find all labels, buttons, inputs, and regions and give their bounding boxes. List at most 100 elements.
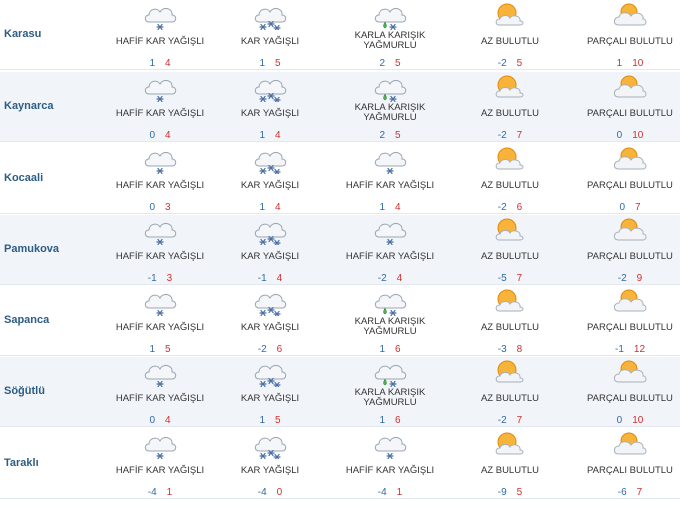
condition-label: HAFİF KAR YAĞIŞLI xyxy=(115,465,205,476)
min-temperature: 0 xyxy=(619,202,625,213)
temperature-range: 15 xyxy=(210,415,330,426)
temperature-range: -4 1 xyxy=(330,487,450,498)
forecast-cell: PARÇALI BULUTLU 1 10 xyxy=(570,0,680,70)
snow-icon xyxy=(250,144,290,174)
condition-label: KAR YAĞIŞLI xyxy=(240,180,300,191)
light-snow-icon xyxy=(140,286,180,316)
forecast-cell: KAR YAĞIŞLI 1 5 xyxy=(210,0,330,70)
partly-cloudy-icon xyxy=(610,215,650,245)
forecast-cell: KAR YAĞIŞLI 1 4 xyxy=(210,144,330,214)
forecast-cell: HAFİF KAR YAĞIŞLI -4 1 xyxy=(330,429,450,499)
forecast-cell: PARÇALI BULUTLU -2 9 xyxy=(570,215,680,285)
min-temperature: -2 xyxy=(497,130,507,141)
snow-icon xyxy=(250,357,290,387)
city-name[interactable]: Karasu xyxy=(4,28,41,40)
temperature-range: -2 7 xyxy=(450,415,570,426)
temperature-range: 14 xyxy=(210,202,330,213)
forecast-cell: PARÇALI BULUTLU 0 10 xyxy=(570,357,680,427)
max-temperature: 1 xyxy=(396,487,403,498)
temperature-range: 25 xyxy=(330,130,450,141)
city-row: Sapanca HAFİF KAR YAĞIŞLI 1 5 KAR YAĞIŞLI -2 6… xyxy=(0,286,680,356)
condition-label: HAFİF KAR YAĞIŞLI xyxy=(115,251,205,262)
forecast-cell: AZ BULUTLU -2 5 xyxy=(450,0,570,70)
condition-label: KAR YAĞIŞLI xyxy=(240,322,300,333)
city-row: Taraklı HAFİF KAR YAĞIŞLI -4 1 KAR YAĞIŞLI -4… xyxy=(0,429,680,499)
temperature-range: 15 xyxy=(210,58,330,69)
light-snow-icon xyxy=(140,357,180,387)
partly-cloudy-icon xyxy=(610,0,650,30)
max-temperature: 4 xyxy=(165,130,171,141)
min-temperature: 0 xyxy=(149,202,155,213)
min-temperature: -4 xyxy=(257,487,267,498)
condition-label: PARÇALI BULUTLU xyxy=(587,108,673,119)
forecast-cell: KAR YAĞIŞLI 1 5 xyxy=(210,357,330,427)
min-temperature: 0 xyxy=(149,415,155,426)
min-temperature: 1 xyxy=(259,415,265,426)
mostly-sunny-icon xyxy=(490,0,530,30)
temperature-range: 25 xyxy=(330,58,450,69)
condition-label: PARÇALI BULUTLU xyxy=(587,251,673,262)
condition-label: HAFİF KAR YAĞIŞLI xyxy=(115,108,205,119)
forecast-cell: KARLA KARIŞIK YAĞMURLU 1 6 xyxy=(330,286,450,356)
light-snow-icon xyxy=(140,144,180,174)
city-name[interactable]: Pamukova xyxy=(4,243,59,255)
min-temperature: -1 xyxy=(257,273,267,284)
max-temperature: 6 xyxy=(395,415,401,426)
min-temperature: -2 xyxy=(257,344,267,355)
temperature-range: -6 7 xyxy=(570,487,680,498)
max-temperature: 4 xyxy=(276,273,283,284)
max-temperature: 10 xyxy=(632,58,644,69)
forecast-cell: HAFİF KAR YAĞIŞLI 0 4 xyxy=(100,72,220,142)
forecast-table: Karasu HAFİF KAR YAĞIŞLI 1 4 KAR YAĞIŞLI 1 5 KA… xyxy=(0,0,680,511)
mostly-sunny-icon xyxy=(490,144,530,174)
forecast-cell: KAR YAĞIŞLI -2 6 xyxy=(210,286,330,356)
condition-label: KARLA KARIŞIK YAĞMURLU xyxy=(354,316,426,337)
temperature-range: -4 0 xyxy=(210,487,330,498)
temperature-range: 04 xyxy=(100,130,220,141)
sleet-icon xyxy=(370,72,410,102)
light-snow-icon xyxy=(140,0,180,30)
condition-label: KARLA KARIŞIK YAĞMURLU xyxy=(354,102,426,123)
max-temperature: 8 xyxy=(516,344,523,355)
temperature-range: -5 7 xyxy=(450,273,570,284)
max-temperature: 5 xyxy=(275,58,281,69)
condition-label: KARLA KARIŞIK YAĞMURLU xyxy=(354,30,426,51)
condition-label: PARÇALI BULUTLU xyxy=(587,322,673,333)
mostly-sunny-icon xyxy=(490,215,530,245)
mostly-sunny-icon xyxy=(490,286,530,316)
light-snow-icon xyxy=(140,72,180,102)
snow-icon xyxy=(250,72,290,102)
forecast-cell: KARLA KARIŞIK YAĞMURLU 1 6 xyxy=(330,357,450,427)
city-name[interactable]: Kocaali xyxy=(4,172,43,184)
city-row: Söğütlü HAFİF KAR YAĞIŞLI 0 4 KAR YAĞIŞLI 1 5 K… xyxy=(0,357,680,427)
forecast-cell: HAFİF KAR YAĞIŞLI -2 4 xyxy=(330,215,450,285)
forecast-cell: KAR YAĞIŞLI -1 4 xyxy=(210,215,330,285)
city-name[interactable]: Taraklı xyxy=(4,457,39,469)
snow-icon xyxy=(250,215,290,245)
sleet-icon xyxy=(370,286,410,316)
city-name[interactable]: Kaynarca xyxy=(4,100,54,112)
city-name[interactable]: Sapanca xyxy=(4,314,49,326)
temperature-range: -2 7 xyxy=(450,130,570,141)
min-temperature: -3 xyxy=(497,344,507,355)
condition-label: AZ BULUTLU xyxy=(480,108,540,119)
condition-label: PARÇALI BULUTLU xyxy=(587,180,673,191)
condition-label: PARÇALI BULUTLU xyxy=(587,36,673,47)
partly-cloudy-icon xyxy=(610,144,650,174)
temperature-range: 0 10 xyxy=(570,130,680,141)
max-temperature: 7 xyxy=(636,487,643,498)
max-temperature: 4 xyxy=(165,58,171,69)
temperature-range: -2 4 xyxy=(330,273,450,284)
partly-cloudy-icon xyxy=(610,357,650,387)
max-temperature: 3 xyxy=(165,202,171,213)
min-temperature: 0 xyxy=(616,130,623,141)
condition-label: AZ BULUTLU xyxy=(480,251,540,262)
min-temperature: -5 xyxy=(497,273,507,284)
city-row: Kaynarca HAFİF KAR YAĞIŞLI 0 4 KAR YAĞIŞLI 1 4… xyxy=(0,72,680,142)
max-temperature: 5 xyxy=(395,130,401,141)
condition-label: AZ BULUTLU xyxy=(480,180,540,191)
temperature-range: 14 xyxy=(100,58,220,69)
city-name[interactable]: Söğütlü xyxy=(4,385,45,397)
max-temperature: 4 xyxy=(275,130,281,141)
city-row: Karasu HAFİF KAR YAĞIŞLI 1 4 KAR YAĞIŞLI 1 5 KA… xyxy=(0,0,680,70)
